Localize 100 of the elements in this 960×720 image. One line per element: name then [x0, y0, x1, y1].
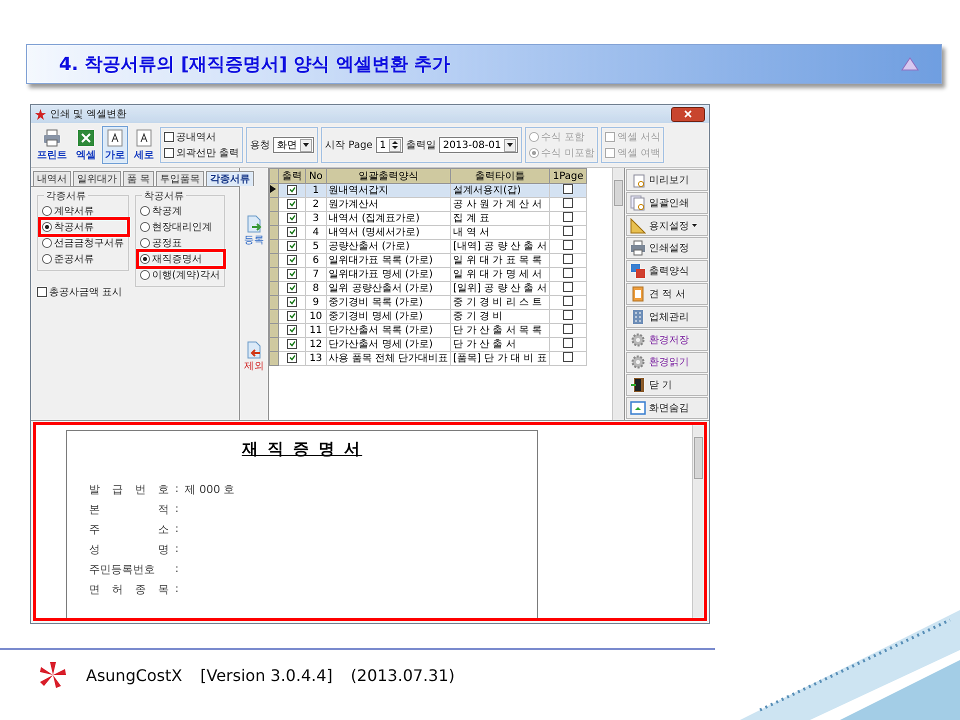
checkbox[interactable] [287, 254, 297, 265]
checkbox[interactable] [287, 338, 297, 349]
column-header[interactable]: No [306, 168, 326, 184]
radio-button[interactable] [140, 238, 150, 248]
checkbox[interactable] [287, 324, 297, 335]
view-dropdown[interactable]: 화면 [273, 137, 314, 153]
checkbox[interactable] [563, 198, 574, 208]
checkbox[interactable] [287, 352, 297, 363]
column-header[interactable]: 일괄출력양식 [326, 168, 451, 184]
checkbox[interactable] [563, 338, 574, 348]
table-cell: [품목] 단 가 대 비 표 [450, 352, 550, 366]
group-title: 착공서류 [142, 189, 186, 203]
window-icon [630, 400, 646, 416]
radio-button[interactable] [140, 206, 150, 216]
checkbox[interactable] [563, 226, 574, 236]
version-text: [Version 3.0.4.4] [200, 666, 333, 684]
checkbox[interactable] [164, 132, 174, 142]
checkbox[interactable] [164, 148, 174, 158]
side-button[interactable]: 견 적 서 [626, 283, 708, 305]
tool-button[interactable]: 세로 [131, 126, 157, 164]
tab[interactable]: 투입품목 [156, 171, 204, 186]
tab[interactable]: 일위대가 [73, 171, 121, 186]
radio-label: 재직증명서 [152, 253, 202, 266]
radio-button[interactable] [140, 270, 150, 280]
checkbox[interactable] [563, 324, 574, 334]
checkbox[interactable] [563, 212, 574, 222]
radio-button[interactable] [42, 254, 52, 264]
side-button[interactable]: 화면숨김 [626, 397, 708, 419]
checkbox[interactable] [563, 240, 574, 250]
windows-icon [630, 263, 646, 280]
tab[interactable]: 각종서류 [206, 171, 254, 186]
tool-button[interactable]: 프린트 [34, 126, 70, 164]
checkbox[interactable] [287, 268, 297, 279]
sheet-icon [630, 286, 646, 302]
tool-button[interactable]: 가로 [102, 126, 128, 164]
checkbox[interactable] [287, 184, 297, 195]
checkbox[interactable] [287, 212, 297, 223]
column-header[interactable]: 출력 [278, 168, 306, 184]
checkbox[interactable] [287, 296, 297, 307]
checkbox[interactable] [37, 287, 47, 297]
side-button[interactable]: 인쇄설정 [626, 237, 708, 260]
radio-button[interactable] [42, 238, 52, 248]
side-button[interactable]: 용지설정 [626, 214, 708, 236]
radio-button[interactable] [42, 206, 52, 216]
close-button[interactable] [671, 106, 705, 122]
field-colon: : [175, 582, 179, 597]
remove-button[interactable]: 제외 [244, 341, 264, 373]
radio-button[interactable] [42, 222, 52, 232]
table-cell: 일위대가표 목록 (가로) [326, 254, 451, 268]
checkbox-label: 외곽선만 출력 [176, 147, 240, 160]
scrollbar[interactable] [612, 168, 624, 420]
checkbox[interactable] [563, 310, 574, 320]
table-cell: [일위] 공 량 산 출 서 [450, 282, 550, 296]
column-header[interactable]: 1Page [549, 168, 587, 184]
side-button[interactable]: 환경읽기 [626, 352, 708, 374]
checkbox[interactable] [563, 352, 574, 362]
side-button[interactable]: 업체관리 [626, 306, 708, 328]
checkbox[interactable] [287, 198, 297, 209]
radio-label: 계약서류 [54, 205, 94, 218]
table-cell: 내역서 (집계표가로) [326, 212, 451, 226]
tool-button[interactable]: 엑셀 [73, 126, 99, 164]
checkbox[interactable] [287, 240, 297, 251]
radio-button[interactable] [140, 222, 150, 232]
field-label: 발 급 번 호 [89, 482, 169, 497]
print-date-dropdown[interactable]: 2013-08-01 [438, 137, 518, 153]
side-button[interactable]: 일괄인쇄 [626, 192, 708, 214]
printer-icon [630, 240, 646, 256]
checkbox[interactable] [563, 282, 574, 292]
field-colon: : [175, 482, 179, 497]
side-button[interactable]: 환경저장 [626, 328, 708, 350]
add-button[interactable]: 등록 [244, 215, 264, 247]
radio-label: 공정표 [152, 237, 182, 250]
table-cell: 중기경비 목록 (가로) [326, 296, 451, 310]
checkbox[interactable] [287, 310, 297, 321]
scrollbar[interactable] [692, 425, 704, 618]
tab[interactable]: 품 목 [123, 171, 154, 186]
side-button[interactable]: 미리보기 [626, 169, 708, 191]
group-title: 각종서류 [44, 189, 88, 203]
checkbox[interactable] [563, 268, 574, 278]
checkbox[interactable] [287, 226, 297, 237]
checkbox[interactable] [563, 254, 574, 264]
table-cell: 일 위 대 가 표 목 록 [450, 254, 550, 268]
field-colon: : [175, 562, 179, 577]
table-cell: 단 가 산 출 서 목 록 [450, 324, 550, 338]
tab[interactable]: 내역서 [33, 171, 71, 186]
table-cell: 일위대가표 명세 (가로) [326, 268, 451, 282]
radio-label: 선금금청구서류 [54, 237, 124, 250]
side-button[interactable]: 출력양식 [626, 260, 708, 282]
field-colon: : [175, 542, 179, 557]
checkbox[interactable] [563, 184, 574, 194]
radio-button[interactable] [140, 254, 150, 264]
column-header[interactable]: 출력타이틀 [450, 168, 550, 184]
table-cell: 설계서용지(갑) [450, 184, 550, 198]
triangle-icon[interactable] [901, 57, 919, 71]
checkbox[interactable] [563, 296, 574, 306]
start-page-spinner[interactable]: 1 [376, 137, 403, 153]
radio-label: 이행(계약)각서 [152, 269, 220, 282]
side-button[interactable]: 닫 기 [626, 374, 708, 396]
checkbox[interactable] [287, 282, 297, 293]
letter-page-icon [107, 128, 123, 146]
